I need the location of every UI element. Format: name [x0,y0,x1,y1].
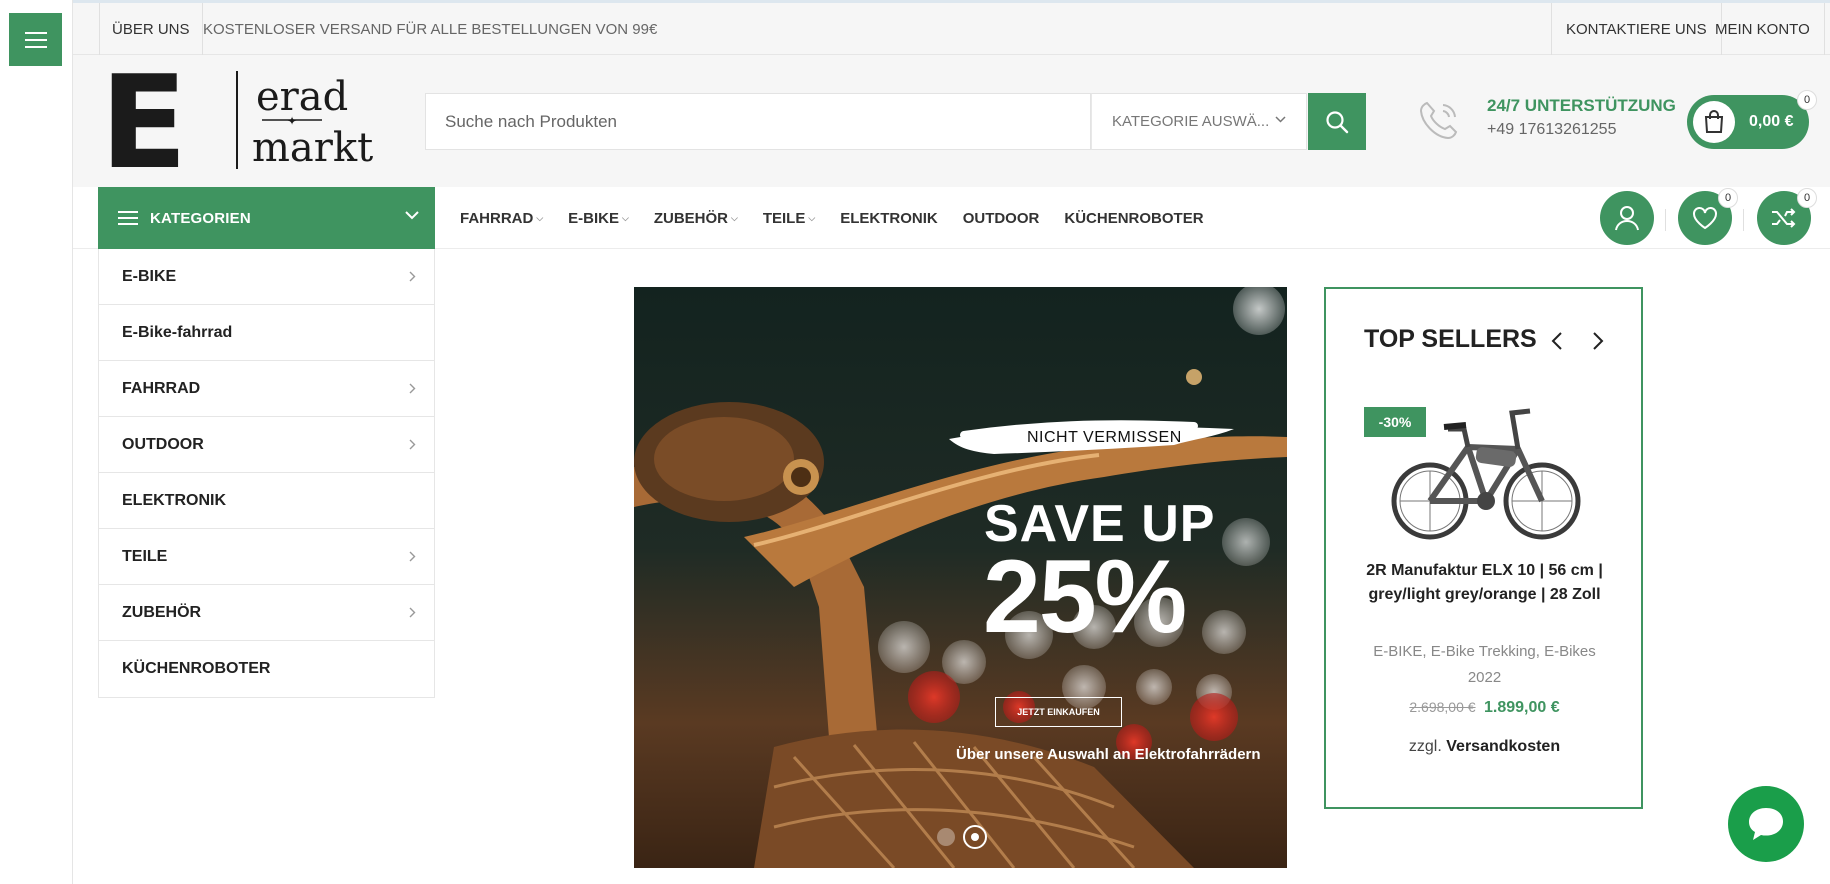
chevron-down-icon [1275,116,1286,123]
chat-bubble-icon [1749,808,1783,840]
nav-item-teile[interactable]: TEILE ⌵ [763,210,815,227]
category-item-e-bike-fahrrad[interactable]: E-Bike-fahrrad [99,305,434,361]
logo-line2: markt [252,125,373,171]
caret-down-icon: ⌵ [731,212,738,223]
site-logo[interactable]: E erad ✦ markt [100,49,390,198]
menu-toggle-button[interactable] [9,13,62,66]
category-select-label: KATEGORIE AUSWÄ... [1112,113,1270,130]
product-name[interactable]: 2R Manufaktur ELX 10 | 56 cm | grey/ligh… [1346,559,1623,607]
hamburger-icon [24,31,47,48]
logo-line1: erad [256,74,348,120]
nav-item-elektronik[interactable]: ELEKTRONIK [840,210,938,227]
category-sidebar: E-BIKE E-Bike-fahrrad FAHRRAD OUTDOOR EL… [98,249,435,698]
logo-letter: E [100,65,187,177]
user-icon [1615,206,1639,231]
top-sellers-widget: TOP SELLERS -30% 2R Manufaktur ELX 10 | … [1324,287,1643,809]
about-link[interactable]: ÜBER UNS [99,3,203,55]
caret-down-icon: ⌵ [536,212,544,223]
search-button[interactable] [1308,93,1366,150]
slider-dot-2[interactable] [963,825,987,849]
product-sale-price: 1.899,00 € [1484,699,1560,716]
nav-menu: FAHRRAD ⌵ E-BIKE ⌵ ZUBEHÖR ⌵ TEILE ⌵ ELEKTRO… [460,187,1229,249]
top-sellers-title: TOP SELLERS [1364,325,1537,353]
category-item-teile[interactable]: TEILE [99,529,434,585]
heart-icon [1693,207,1717,230]
product-categories[interactable]: E-BIKE, E-Bike Trekking, E-Bikes 2022 [1366,639,1603,691]
nav-item-zubehor[interactable]: ZUBEHÖR ⌵ [654,210,738,227]
chevron-right-icon[interactable] [1592,331,1604,351]
shopping-bag-icon [1704,110,1724,133]
slider-dots [937,825,987,849]
hero-subtitle: Über unsere Auswahl an Elektrofahrrädern [956,746,1261,763]
left-rail [0,0,73,884]
category-item-outdoor[interactable]: OUTDOOR [99,417,434,473]
chevron-right-icon [409,383,416,394]
account-button[interactable] [1600,191,1654,245]
header: E erad ✦ markt KATEGORIE AUSWÄ... 24/7 U… [73,49,1830,198]
hamburger-icon [118,211,138,225]
slider-dot-1[interactable] [937,828,955,846]
phone-support-icon [1419,101,1458,140]
shipping-costs-link[interactable]: Versandkosten [1446,738,1560,755]
chevron-right-icon [409,271,416,282]
contact-link[interactable]: KONTAKTIERE UNS [1551,3,1722,55]
shuffle-icon [1772,208,1796,228]
category-item-kuchenroboter[interactable]: KÜCHENROBOTER [99,641,434,697]
hero-tagline: NICHT VERMISSEN [1027,429,1182,446]
chevron-right-icon [409,607,416,618]
category-item-e-bike[interactable]: E-BIKE [99,249,434,305]
nav-item-kuchenroboter[interactable]: KÜCHENROBOTER [1064,210,1203,227]
search-box [425,93,1091,150]
chevron-right-icon [409,439,416,450]
hero-cta-button[interactable]: JETZT EINKAUFEN [995,697,1122,727]
category-select[interactable]: KATEGORIE AUSWÄ... [1091,93,1307,150]
compare-count-badge: 0 [1797,188,1817,208]
cart-button[interactable]: 0,00 € [1687,95,1809,149]
hero-background-image [634,287,1287,868]
sale-badge: -30% [1364,407,1426,437]
nav-item-fahrrad[interactable]: FAHRRAD ⌵ [460,210,543,227]
categories-toggle[interactable]: KATEGORIEN [98,187,435,249]
top-bar: ÜBER UNS KOSTENLOSER VERSAND FÜR ALLE BE… [73,0,1830,55]
chevron-down-icon [405,211,419,220]
categories-label: KATEGORIEN [150,209,251,227]
main-navigation: KATEGORIEN FAHRRAD ⌵ E-BIKE ⌵ ZUBEHÖR ⌵ TEI… [73,187,1830,249]
hero-banner[interactable]: NICHT VERMISSEN SAVE UP 25% JETZT EINKAU… [634,287,1287,868]
cart-total: 0,00 € [1749,113,1794,130]
chevron-left-icon[interactable] [1551,331,1563,351]
chevron-right-icon [409,551,416,562]
product-price: 2.698,00 € 1.899,00 € [1346,699,1623,717]
cart-count-badge: 0 [1797,90,1817,110]
caret-down-icon: ⌵ [808,212,816,223]
search-input[interactable] [426,94,1090,149]
category-item-elektronik[interactable]: ELEKTRONIK [99,473,434,529]
caret-down-icon: ⌵ [622,212,629,223]
support-title: 24/7 UNTERSTÜTZUNG [1487,96,1676,115]
nav-item-outdoor[interactable]: OUTDOOR [963,210,1040,227]
wishlist-count-badge: 0 [1718,188,1738,208]
account-link[interactable]: MEIN KONTO [1701,3,1825,55]
category-item-zubehor[interactable]: ZUBEHÖR [99,585,434,641]
product-old-price: 2.698,00 € [1409,699,1476,715]
category-item-fahrrad[interactable]: FAHRRAD [99,361,434,417]
chat-button[interactable] [1728,786,1804,862]
hero-percent: 25% [983,539,1187,655]
nav-item-e-bike[interactable]: E-BIKE ⌵ [568,210,629,227]
support-phone[interactable]: +49 17613261255 [1487,121,1616,139]
search-icon [1326,110,1349,133]
shipping-notice: KOSTENLOSER VERSAND FÜR ALLE BESTELLUNGE… [203,20,658,38]
product-shipping-note: zzgl. Versandkosten [1408,738,1561,755]
